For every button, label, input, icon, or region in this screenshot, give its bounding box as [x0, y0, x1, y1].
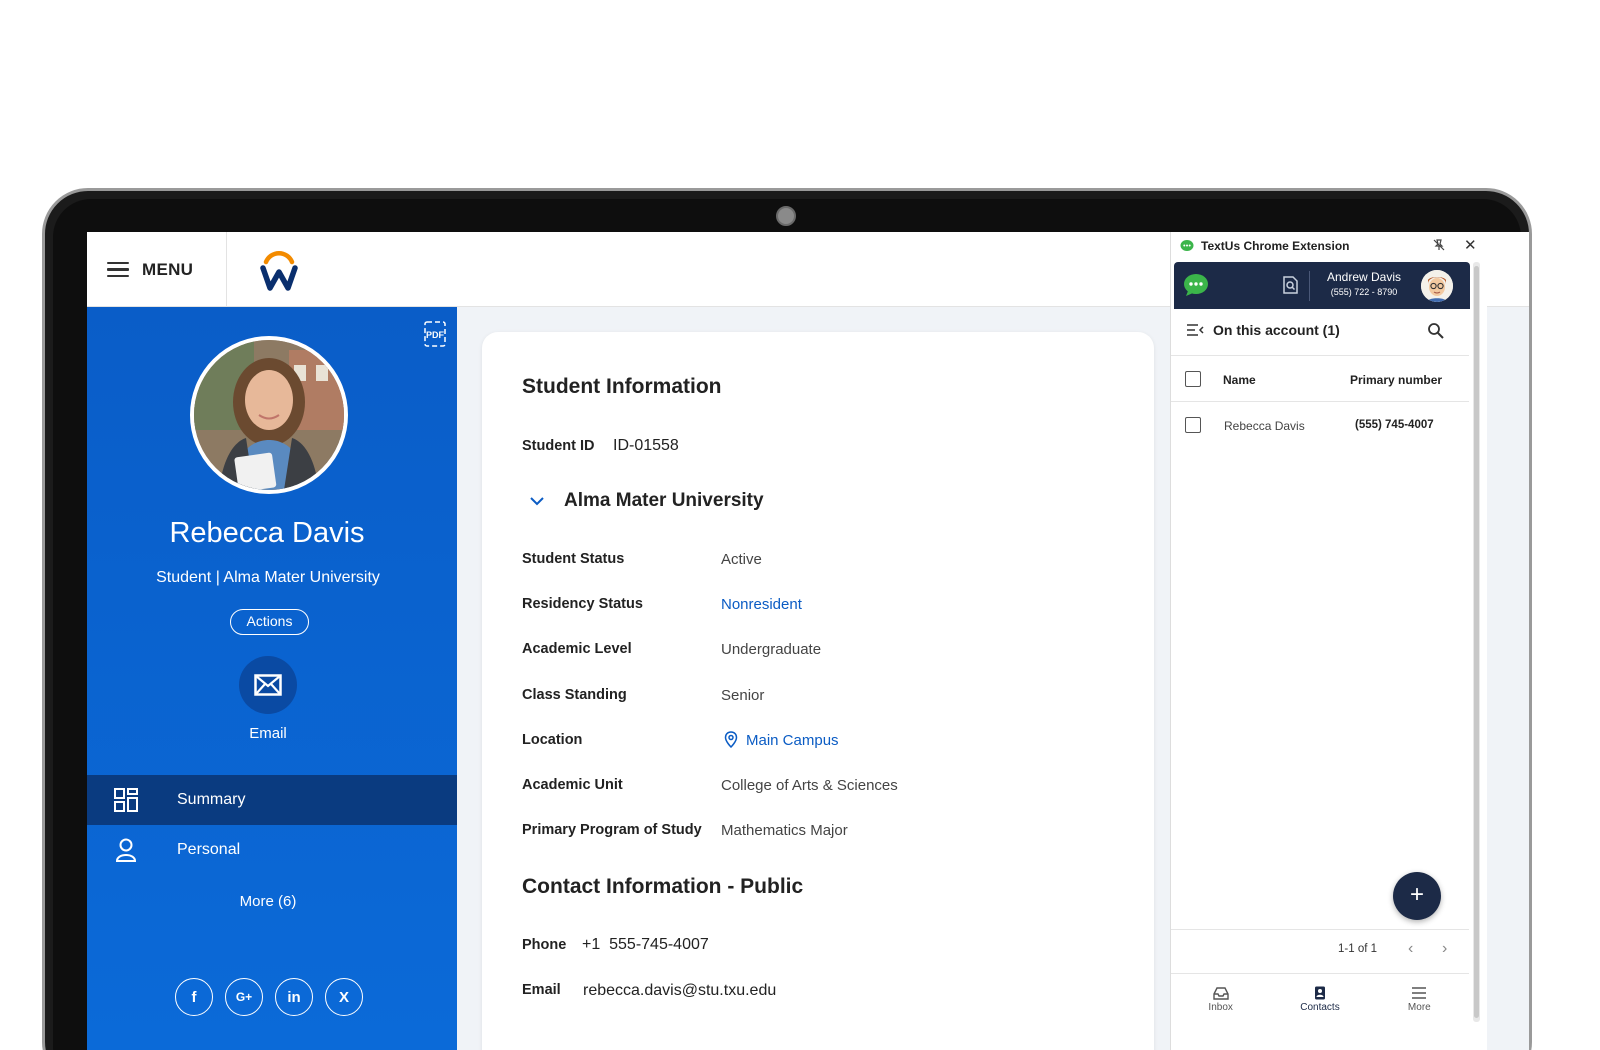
divider: [1171, 973, 1469, 974]
person-icon: [115, 838, 137, 862]
textus-logo-icon: [1180, 240, 1194, 251]
add-contact-button[interactable]: +: [1393, 872, 1441, 920]
divider: [1171, 355, 1469, 356]
chevron-left-icon[interactable]: ‹: [1408, 940, 1413, 958]
field-label: Academic Unit: [522, 777, 623, 793]
email-value[interactable]: rebecca.davis@stu.txu.edu: [583, 982, 776, 1000]
student-id-label: Student ID: [522, 438, 595, 454]
email-button-label: Email: [249, 725, 287, 742]
email-button[interactable]: [239, 656, 297, 714]
menu-label: MENU: [142, 259, 194, 279]
name-column-header[interactable]: Name: [1223, 373, 1256, 387]
nav-inbox[interactable]: Inbox: [1171, 977, 1270, 1022]
location-link[interactable]: Main Campus: [746, 732, 839, 749]
scrollbar-thumb[interactable]: [1474, 266, 1479, 1018]
class-standing-value: Senior: [721, 687, 765, 704]
student-photo: [194, 340, 344, 490]
collapse-list-icon: [1187, 324, 1204, 336]
app-screen: MENU PDF Rebecca Davis Student | Alma Ma…: [87, 232, 1529, 1050]
profile-avatar: [190, 336, 348, 494]
phone-label: Phone: [522, 937, 567, 953]
row-checkbox[interactable]: [1185, 417, 1201, 433]
avatar-illustration: [1421, 270, 1453, 302]
divider: [1171, 929, 1469, 930]
contact-info-title: Contact Information - Public: [522, 875, 804, 898]
divider: [1171, 401, 1469, 402]
select-all-checkbox[interactable]: [1185, 371, 1201, 387]
account-filter[interactable]: On this account (1): [1186, 322, 1340, 338]
workday-logo[interactable]: [259, 246, 299, 292]
field-label: Class Standing: [522, 687, 627, 703]
header-divider: [1309, 271, 1310, 301]
chevron-down-icon: [530, 497, 544, 506]
phone-value[interactable]: +1 555-745-4007: [582, 936, 709, 954]
hamburger-icon: [107, 261, 129, 278]
contacts-icon: [1314, 986, 1325, 1000]
nav-contacts-label: Contacts: [1300, 1002, 1340, 1013]
nav-personal-label: Personal: [177, 841, 241, 858]
email-label: Email: [522, 982, 561, 998]
actions-button[interactable]: Actions: [230, 609, 309, 635]
program-of-study-value: Mathematics Major: [721, 822, 848, 839]
nav-more[interactable]: More: [1370, 977, 1469, 1022]
extension-title: TextUs Chrome Extension: [1201, 239, 1350, 253]
x-icon[interactable]: X: [325, 978, 363, 1016]
extension-bottom-nav: Inbox Contacts More: [1171, 977, 1469, 1022]
account-filter-label: On this account (1): [1213, 322, 1340, 338]
field-label: Academic Level: [522, 641, 632, 657]
user-phone: (555) 722 - 8790: [1330, 287, 1398, 297]
pdf-export-icon[interactable]: PDF: [424, 321, 446, 347]
menu-icon: [1412, 987, 1427, 999]
facebook-icon[interactable]: f: [175, 978, 213, 1016]
nav-inbox-label: Inbox: [1208, 1002, 1233, 1013]
nav-more-label: More: [1407, 1002, 1431, 1013]
search-document-icon[interactable]: [1282, 276, 1298, 294]
student-id-value: ID-01558: [613, 437, 679, 454]
user-avatar[interactable]: [1421, 270, 1453, 302]
academic-unit-value: College of Arts & Sciences: [721, 777, 898, 794]
user-name: Andrew Davis: [1326, 270, 1402, 284]
nav-summary[interactable]: Summary: [87, 775, 457, 825]
field-label: Location: [522, 732, 583, 748]
search-icon[interactable]: [1427, 322, 1445, 340]
unpin-icon[interactable]: [1433, 239, 1445, 251]
chevron-right-icon[interactable]: ›: [1442, 940, 1447, 958]
nav-personal[interactable]: Personal: [87, 825, 457, 875]
dashboard-icon: [114, 788, 138, 812]
field-label: Residency Status: [522, 596, 643, 612]
webcam: [776, 206, 796, 226]
field-label: Student Status: [522, 551, 625, 567]
student-name: Rebecca Davis: [169, 517, 365, 549]
number-column-header[interactable]: Primary number: [1350, 373, 1442, 387]
student-status-value: Active: [721, 551, 762, 568]
profile-panel: PDF Rebecca Davis Student | Alma Mater U…: [87, 307, 457, 1050]
extension-header: Andrew Davis (555) 722 - 8790: [1174, 262, 1470, 309]
student-subtitle: Student | Alma Mater University: [156, 569, 380, 586]
contact-name[interactable]: Rebecca Davis: [1224, 419, 1305, 433]
extension-user: Andrew Davis (555) 722 - 8790: [1314, 270, 1414, 297]
linkedin-icon[interactable]: in: [275, 978, 313, 1016]
pagination-label: 1-1 of 1: [1338, 943, 1377, 955]
university-section-toggle[interactable]: Alma Mater University: [522, 490, 764, 512]
pdf-label: PDF: [426, 330, 445, 340]
field-label: Primary Program of Study: [522, 822, 702, 838]
residency-status-link[interactable]: Nonresident: [721, 596, 802, 613]
menu-button[interactable]: MENU: [87, 232, 227, 307]
student-info-card: Student Information Student ID ID-01558 …: [482, 332, 1154, 1050]
google-plus-icon[interactable]: G+: [225, 978, 263, 1016]
location-pin-icon: [724, 731, 738, 748]
student-info-title: Student Information: [522, 375, 722, 398]
university-name: Alma Mater University: [564, 490, 764, 511]
envelope-icon: [254, 674, 282, 696]
close-icon[interactable]: ✕: [1464, 236, 1477, 254]
more-link[interactable]: More (6): [87, 893, 449, 910]
academic-level-value: Undergraduate: [721, 641, 822, 658]
nav-contacts[interactable]: Contacts: [1270, 977, 1369, 1022]
inbox-icon: [1212, 987, 1229, 1000]
textus-extension-panel: TextUs Chrome Extension ✕ Andrew Davis (…: [1170, 232, 1487, 1050]
nav-summary-label: Summary: [177, 791, 246, 808]
contact-number[interactable]: (555) 745-4007: [1355, 419, 1434, 431]
social-links: f G+ in X: [175, 978, 363, 1016]
chat-bubble-icon[interactable]: [1183, 273, 1209, 297]
